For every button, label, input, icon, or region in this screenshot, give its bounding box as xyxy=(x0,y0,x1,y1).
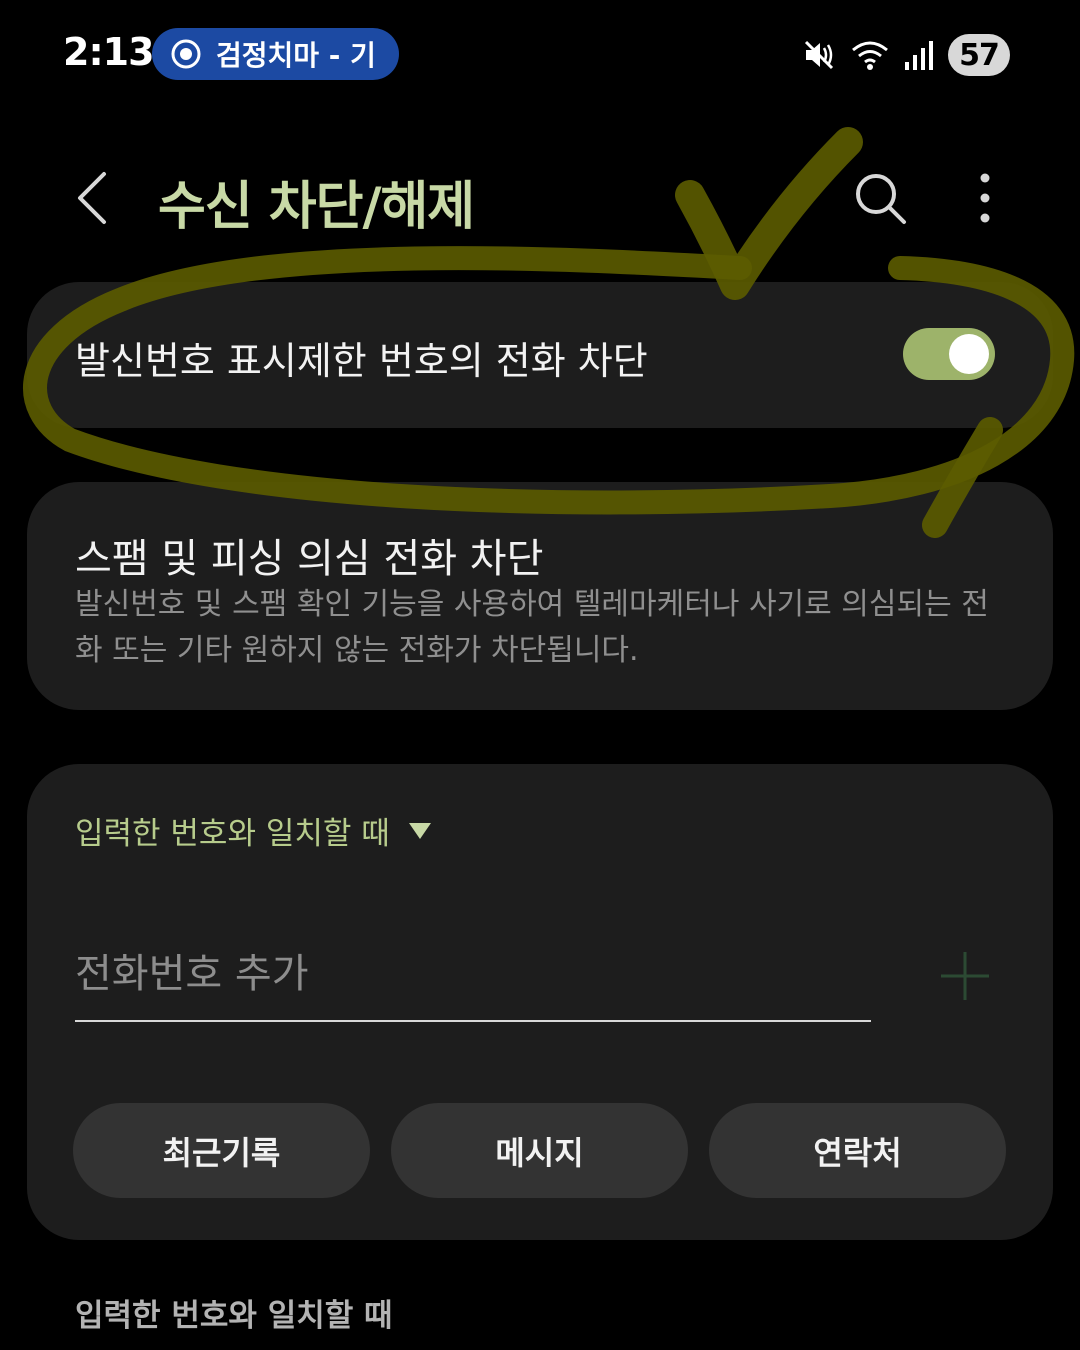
block-hidden-numbers-label: 발신번호 표시제한 번호의 전화 차단 xyxy=(75,339,648,383)
spam-block-title: 스팸 및 피싱 의심 전화 차단 xyxy=(75,536,544,582)
phone-number-input[interactable] xyxy=(75,942,871,1022)
spam-block-description: 발신번호 및 스팸 확인 기능을 사용하여 텔레마케터나 사기로 의심되는 전화… xyxy=(75,587,989,668)
status-icons: 57 xyxy=(802,32,1010,78)
section-header-match: 입력한 번호와 일치할 때 xyxy=(75,1298,393,1334)
block-hidden-numbers-row[interactable]: 발신번호 표시제한 번호의 전화 차단 xyxy=(27,282,1053,428)
battery-icon: 57 xyxy=(948,34,1010,76)
status-bar: 2:13 검정치마 - 기 57 xyxy=(0,0,1080,110)
back-icon[interactable] xyxy=(72,170,116,226)
recent-logs-button[interactable]: 최근기록 xyxy=(73,1103,370,1198)
contacts-button[interactable]: 연락처 xyxy=(709,1103,1006,1198)
block-hidden-numbers-toggle[interactable] xyxy=(903,328,995,380)
match-option-dropdown[interactable]: 입력한 번호와 일치할 때 xyxy=(75,808,432,853)
signal-icon xyxy=(905,41,933,70)
dropdown-arrow-icon xyxy=(408,822,431,839)
mute-icon xyxy=(804,40,834,70)
page-title: 수신 차단/해제 xyxy=(158,177,475,237)
add-number-card: 입력한 번호와 일치할 때 최근기록 메시지 연락처 xyxy=(27,764,1053,1240)
wifi-icon xyxy=(852,41,888,70)
status-time: 2:13 xyxy=(63,30,155,74)
media-title: 검정치마 - 기 xyxy=(216,39,376,72)
messages-button[interactable]: 메시지 xyxy=(391,1103,688,1198)
app-header: 수신 차단/해제 xyxy=(0,150,1080,245)
search-icon[interactable] xyxy=(852,170,908,226)
match-option-label: 입력한 번호와 일치할 때 xyxy=(75,816,390,852)
spam-block-row[interactable]: 스팸 및 피싱 의심 전화 차단 발신번호 및 스팸 확인 기능을 사용하여 텔… xyxy=(27,482,1053,710)
add-icon[interactable] xyxy=(939,950,991,1002)
more-icon[interactable] xyxy=(966,170,1004,226)
media-notification-pill[interactable]: 검정치마 - 기 xyxy=(152,28,399,80)
play-circle-icon xyxy=(171,39,201,69)
toggle-knob xyxy=(949,334,989,374)
